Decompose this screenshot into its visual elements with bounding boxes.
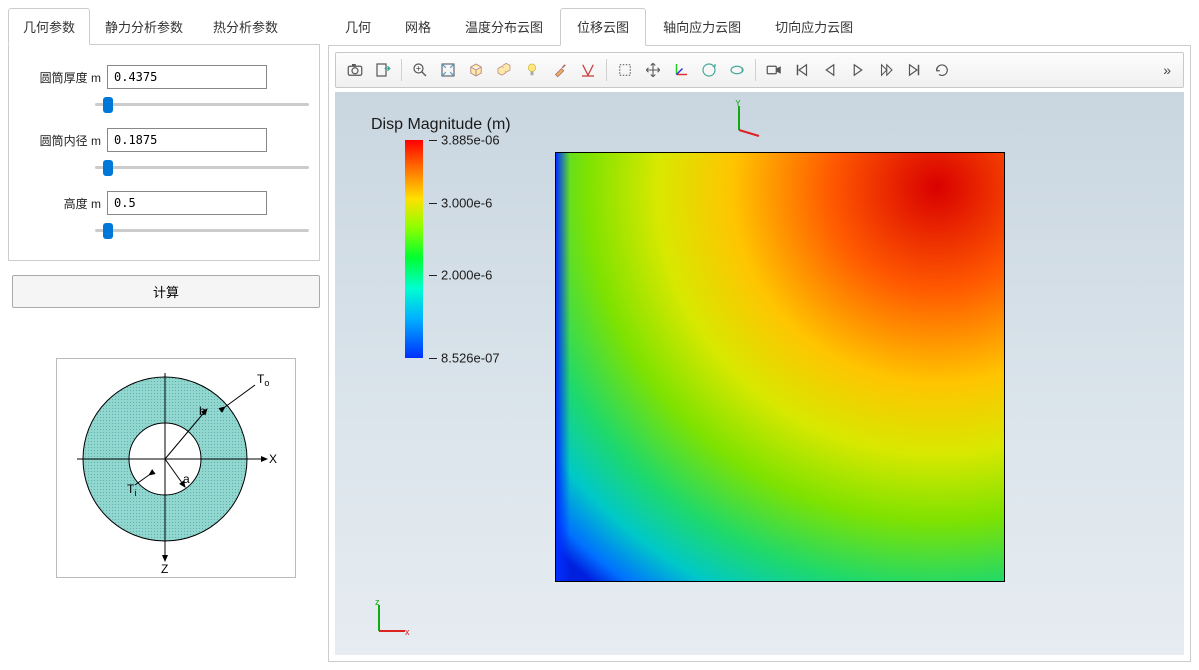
svg-text:Y: Y [735,100,741,108]
next-frame-icon[interactable] [873,57,899,83]
diagram-b-label: b [199,404,206,418]
left-tab-strip: 几何参数 静力分析参数 热分析参数 [8,8,320,45]
brush-icon[interactable] [547,57,573,83]
view-tab-temperature[interactable]: 温度分布云图 [448,8,560,45]
input-inner-radius[interactable] [107,128,267,152]
rotate-x-icon[interactable] [696,57,722,83]
tab-geom-params[interactable]: 几何参数 [8,8,90,45]
toolbar-expand-icon[interactable]: » [1157,62,1177,78]
colorbar-tick-label-3: 8.526e-07 [441,351,500,366]
slider-inner-radius[interactable] [95,166,309,169]
label-height: 高度 m [25,195,107,212]
colorbar-tick [429,275,437,276]
rotate-y-icon[interactable] [724,57,750,83]
slider-height[interactable] [95,229,309,232]
axis-triad-y: Y [727,100,767,140]
play-icon[interactable] [845,57,871,83]
view-tab-tangential-stress[interactable]: 切向应力云图 [758,8,870,45]
first-frame-icon[interactable] [789,57,815,83]
colorbar-tick [429,203,437,204]
cubes-icon[interactable] [491,57,517,83]
tab-static-params[interactable]: 静力分析参数 [90,8,198,44]
calculate-button[interactable]: 计算 [12,275,320,308]
select-rect-icon[interactable] [612,57,638,83]
axes-icon[interactable] [668,57,694,83]
export-icon[interactable] [370,57,396,83]
slider-thickness[interactable] [95,103,309,106]
view-tab-mesh[interactable]: 网格 [388,8,448,45]
zoom-icon[interactable] [407,57,433,83]
ruler-icon[interactable] [575,57,601,83]
label-inner-radius: 圆筒内径 m [25,132,107,149]
video-icon[interactable] [761,57,787,83]
input-height[interactable] [107,191,267,215]
view-tab-strip: 几何 网格 温度分布云图 位移云图 轴向应力云图 切向应力云图 [328,8,1191,46]
colorbar-tick-label-0: 3.885e-06 [441,133,500,148]
input-thickness[interactable] [107,65,267,89]
move-icon[interactable] [640,57,666,83]
prev-frame-icon[interactable] [817,57,843,83]
viewer-toolbar: » [335,52,1184,88]
last-frame-icon[interactable] [901,57,927,83]
fit-icon[interactable] [435,57,461,83]
cube-icon[interactable] [463,57,489,83]
lightbulb-icon[interactable] [519,57,545,83]
view-tab-axial-stress[interactable]: 轴向应力云图 [646,8,758,45]
diagram-a-label: a [183,472,190,486]
svg-text:z: z [375,597,380,607]
viewer-area: » Disp Magnitude (m) 3.885e-06 3.000e-6 … [328,46,1191,662]
svg-text:x: x [405,627,410,637]
left-panel: 几何参数 静力分析参数 热分析参数 圆筒厚度 m 圆筒内径 m 高度 m 计算 [0,0,328,670]
geometry-diagram: X Z To Ti b a [56,358,296,578]
colorbar-tick [429,140,437,141]
loop-icon[interactable] [929,57,955,83]
diagram-to-label: To [257,372,269,388]
colorbar-tick-label-2: 2.000e-6 [441,268,492,283]
view-tab-geometry[interactable]: 几何 [328,8,388,45]
label-thickness: 圆筒厚度 m [25,69,107,86]
diagram-x-label: X [269,452,277,466]
tab-thermal-params[interactable]: 热分析参数 [198,8,293,44]
camera-icon[interactable] [342,57,368,83]
colorbar-tick [429,358,437,359]
param-container: 圆筒厚度 m 圆筒内径 m 高度 m [8,45,320,261]
axis-triad: z x [371,597,413,639]
view-tab-displacement[interactable]: 位移云图 [560,8,646,46]
right-panel: 几何 网格 温度分布云图 位移云图 轴向应力云图 切向应力云图 [328,0,1199,670]
colorbar [405,140,423,358]
colorbar-tick-label-1: 3.000e-6 [441,196,492,211]
diagram-z-label: Z [161,562,168,576]
legend-title: Disp Magnitude (m) [371,116,511,134]
3d-viewport[interactable]: Disp Magnitude (m) 3.885e-06 3.000e-6 2.… [335,92,1184,655]
contour-plot [555,152,1005,582]
